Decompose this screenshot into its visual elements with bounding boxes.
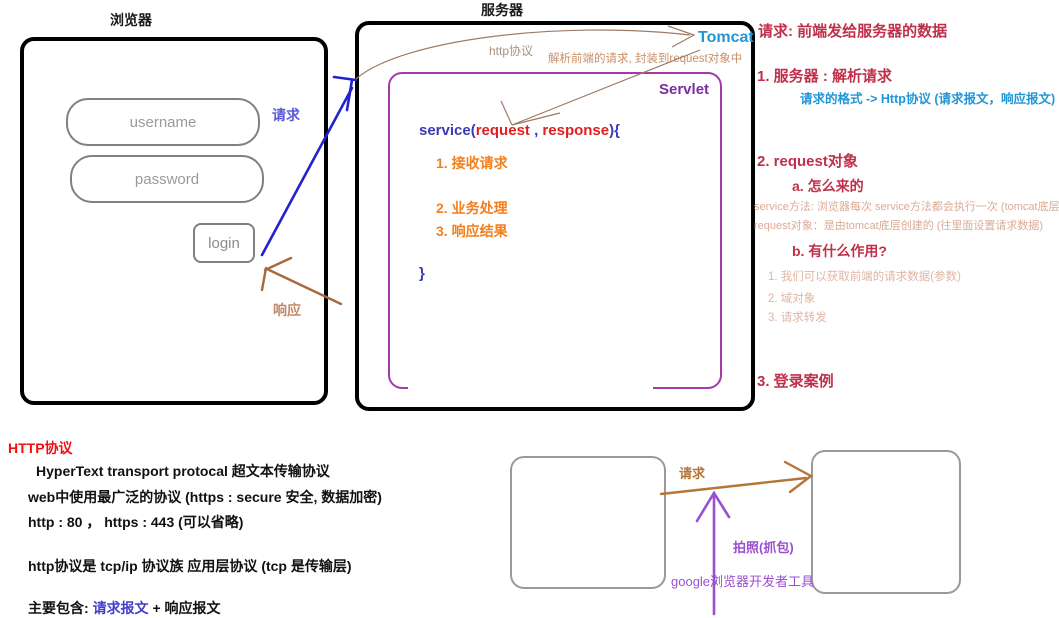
notes-item2a-line2: request对象：是由tomcat底层创建的 (往里面设置请求数据): [754, 220, 1044, 232]
notes-item2b-list-2: 2. 域对象: [768, 293, 816, 305]
service-step-1: 1. 接收请求: [436, 155, 508, 171]
service-param-separator: ,: [529, 122, 543, 139]
http-notes-line5-prefix: 主要包含:: [28, 600, 93, 616]
password-input[interactable]: password: [70, 155, 264, 203]
service-step-3: 3. 响应结果: [436, 223, 508, 239]
http-notes-line5: 主要包含: 请求报文 + 响应报文: [28, 598, 221, 618]
capture-request-label: 请求: [679, 466, 706, 481]
service-param-request: request: [475, 122, 530, 139]
http-notes-line4: http协议是 tcp/ip 协议族 应用层协议 (tcp 是传输层): [28, 558, 352, 574]
service-signature: service(request , response){: [419, 122, 620, 139]
servlet-label: Servlet: [659, 81, 710, 98]
service-close-brace: }: [419, 265, 425, 282]
notes-item2-title: 2. request对象: [757, 153, 858, 170]
username-input[interactable]: username: [66, 98, 260, 146]
notes-item1-detail: 请求的格式 -> Http协议 (请求报文，响应报文): [800, 92, 1056, 106]
notes-item2a-title: a. 怎么来的: [792, 178, 864, 194]
notes-item2b-title: b. 有什么作用?: [792, 243, 887, 259]
capture-devtools-arrow: [695, 490, 731, 616]
browser-box: [20, 37, 328, 405]
parse-request-note: 解析前端的请求, 封装到request对象中: [548, 53, 743, 65]
notes-item2b-list-1: 1. 我们可以获取前端的请求数据(参数): [768, 271, 961, 283]
login-button[interactable]: login: [193, 223, 255, 263]
server-caption: 服务器: [481, 2, 523, 18]
notes-item2b-list-3: 3. 请求转发: [768, 312, 827, 324]
capture-devtools-label: google浏览器开发者工具: [671, 574, 815, 589]
http-notes-line1: HyperText transport protocal 超文本传输协议: [36, 463, 330, 479]
servlet-box-border-gap: [408, 379, 653, 389]
notes-item1-title: 1. 服务器 : 解析请求: [757, 68, 893, 85]
capture-client-box: [510, 456, 666, 589]
notes-item2a-line1: service方法: 浏览器每次 service方法都会执行一次 (tomcat…: [754, 201, 1059, 213]
service-step-2: 2. 业务处理: [436, 200, 508, 216]
http-notes-line5-accent: 请求报文: [92, 600, 149, 616]
notes-heading-request: 请求: 前端发给服务器的数据: [758, 23, 948, 40]
request-arrow-label: 请求: [272, 107, 300, 123]
http-notes-line3: http : 80 ， https : 443 (可以省略): [28, 514, 244, 530]
service-param-response: response: [542, 122, 610, 139]
notes-item3-title: 3. 登录案例: [757, 373, 834, 390]
http-notes-line2: web中使用最广泛的协议 (https : secure 安全, 数据加密): [28, 489, 382, 505]
http-notes-title: HTTP协议: [8, 440, 73, 456]
tomcat-label: Tomcat: [698, 29, 754, 46]
service-keyword: service(: [419, 122, 476, 139]
http-protocol-label: http协议: [489, 44, 534, 58]
capture-server-box: [811, 450, 961, 594]
http-notes-line5-suffix: + 响应报文: [148, 600, 221, 616]
service-open-brace: ){: [609, 122, 620, 139]
browser-caption: 浏览器: [110, 12, 152, 28]
response-arrow-label: 响应: [273, 302, 301, 318]
capture-packet-label: 拍照(抓包): [733, 540, 794, 555]
diagram-canvas: 浏览器 username password login 请求 响应 服务器 To…: [0, 0, 1059, 617]
